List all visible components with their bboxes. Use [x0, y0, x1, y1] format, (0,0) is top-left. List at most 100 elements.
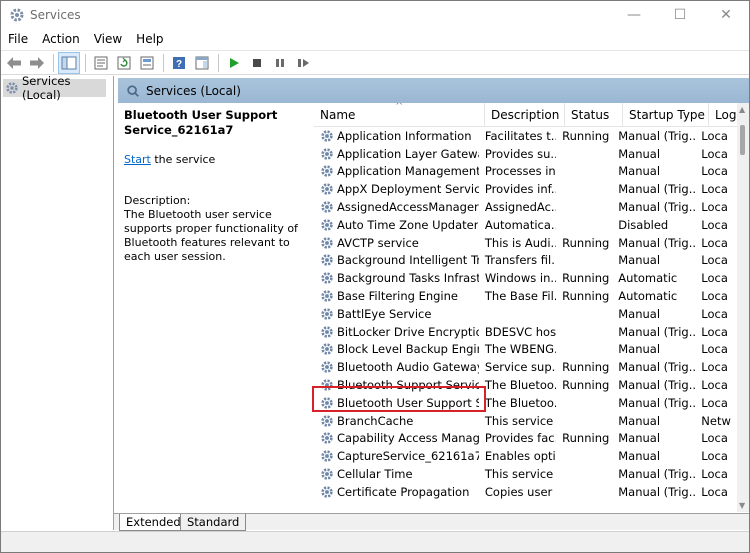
cell-description: BDESVC hos... — [484, 324, 557, 339]
start-service-icon[interactable] — [223, 52, 245, 74]
cell-startup-type: Manual — [618, 306, 661, 321]
menu-file[interactable]: File — [1, 29, 35, 49]
properties-icon[interactable] — [90, 52, 112, 74]
table-row[interactable]: Cellular Time This service ... Manual (Tri… — [314, 465, 734, 483]
table-row[interactable]: BattlEye Service Manual Loca — [314, 305, 734, 323]
table-row[interactable]: CaptureService_62161a7 Enables opti... Man… — [314, 447, 734, 465]
table-row[interactable]: Capability Access Manager ... Provides fa… — [314, 430, 734, 448]
cell-log-on-as: Loca — [701, 431, 728, 446]
cell-description: Windows in... — [484, 271, 557, 286]
cell-log-on-as: Loca — [701, 128, 728, 143]
detail-header-title: Services (Local) — [146, 83, 241, 98]
table-row[interactable]: Bluetooth Audio Gateway S... Service sup.… — [314, 358, 734, 376]
toolbar-separator — [163, 53, 164, 72]
maximize-button[interactable]: ☐ — [657, 1, 703, 29]
table-row[interactable]: AppX Deployment Service (... Provides inf… — [314, 180, 734, 198]
cell-status: Running — [562, 235, 610, 250]
table-row[interactable]: Base Filtering Engine The Base Fil... Runn… — [314, 287, 734, 305]
help-icon[interactable]: ? — [168, 52, 190, 74]
tree-item-services-local[interactable]: Services (Local) — [3, 74, 106, 102]
column-header-name[interactable]: ^ Name — [314, 103, 485, 127]
forward-arrow-icon[interactable] — [26, 52, 48, 74]
service-name: Application Information — [337, 128, 472, 143]
status-bar — [1, 531, 749, 552]
cell-name: Bluetooth User Support Ser... — [314, 396, 479, 410]
tab-standard[interactable]: Standard — [180, 514, 247, 531]
table-row[interactable]: Background Intelligent Tran... Transfers … — [314, 252, 734, 270]
table-row[interactable]: AVCTP service This is Audi... Running Manua… — [314, 234, 734, 252]
cell-startup-type: Manual — [618, 164, 661, 179]
show-action-pane-icon[interactable] — [191, 52, 213, 74]
table-row[interactable]: Bluetooth User Support Ser... The Bluetoo… — [314, 394, 734, 412]
scroll-down-icon[interactable]: ▼ — [739, 501, 745, 510]
back-arrow-icon[interactable] — [3, 52, 25, 74]
table-row[interactable]: Certificate Propagation Copies user ... Ma… — [314, 483, 734, 501]
service-gear-icon — [320, 360, 334, 374]
table-row[interactable]: Bluetooth Support Service The Bluetoo... R… — [314, 376, 734, 394]
menu-action[interactable]: Action — [35, 29, 87, 49]
search-icon — [126, 84, 140, 98]
detail-pane: Services (Local) Bluetooth User Support … — [118, 78, 749, 512]
table-row[interactable]: AssignedAccessManager Se... AssignedAc...… — [314, 198, 734, 216]
cell-description: Facilitates t... — [484, 128, 557, 143]
start-action: Start the service — [124, 153, 302, 167]
service-gear-icon — [320, 414, 334, 428]
table-row[interactable]: Application Layer Gateway ... Provides su… — [314, 145, 734, 163]
table-row[interactable]: Background Tasks Infrastruc... Windows in… — [314, 269, 734, 287]
menu-view[interactable]: View — [87, 29, 129, 49]
cell-startup-type: Manual (Trig... — [618, 395, 696, 410]
menu-help[interactable]: Help — [129, 29, 170, 49]
service-gear-icon — [320, 307, 334, 321]
start-service-link[interactable]: Start — [124, 153, 151, 166]
column-header-startup-type[interactable]: Startup Type — [623, 103, 709, 127]
table-row[interactable]: Application Management Processes in... Man… — [314, 163, 734, 181]
service-gear-icon — [320, 289, 334, 303]
cell-log-on-as: Loca — [701, 342, 728, 357]
table-row[interactable]: BitLocker Drive Encryption ... BDESVC hos… — [314, 323, 734, 341]
table-row[interactable]: Application Information Facilitates t... R… — [314, 127, 734, 145]
service-gear-icon — [320, 342, 334, 356]
scrollbar-thumb[interactable] — [740, 125, 745, 155]
cell-log-on-as: Loca — [701, 217, 728, 232]
sort-ascending-icon: ^ — [395, 103, 404, 112]
cell-log-on-as: Loca — [701, 253, 728, 268]
cell-startup-type: Manual (Trig... — [618, 484, 696, 499]
minimize-button[interactable]: — — [611, 1, 657, 29]
restart-service-icon[interactable] — [292, 52, 314, 74]
console-tree: Services (Local) — [1, 74, 114, 530]
cell-log-on-as: Loca — [701, 200, 728, 215]
menu-bar: File Action View Help — [1, 29, 749, 49]
cell-description: Transfers fil... — [484, 253, 557, 268]
cell-status: Running — [562, 128, 610, 143]
column-header-status[interactable]: Status — [565, 103, 623, 127]
table-row[interactable]: Auto Time Zone Updater Automatica... Disab… — [314, 216, 734, 234]
tab-extended[interactable]: Extended — [119, 514, 188, 531]
table-row[interactable]: BranchCache This service ... Manual Netw — [314, 412, 734, 430]
cell-description: The Bluetoo... — [484, 395, 556, 410]
cell-description: Provides su... — [484, 146, 557, 161]
export-list-icon[interactable] — [136, 52, 158, 74]
service-name: Cellular Time — [337, 467, 413, 482]
cell-log-on-as: Loca — [701, 289, 728, 304]
list-header: ^ Name Description Status Startup Type Lo… — [314, 103, 749, 127]
cell-log-on-as: Loca — [701, 324, 728, 339]
stop-service-icon[interactable] — [246, 52, 268, 74]
service-gear-icon — [320, 396, 334, 410]
cell-name: Application Management — [314, 164, 479, 178]
column-header-description[interactable]: Description — [485, 103, 565, 127]
service-gear-icon — [320, 449, 334, 463]
show-console-tree-icon[interactable] — [58, 51, 80, 74]
refresh-icon[interactable] — [113, 52, 135, 74]
cell-name: Bluetooth Audio Gateway S... — [314, 360, 479, 374]
service-name: Bluetooth Audio Gateway S... — [337, 360, 479, 375]
scroll-up-icon[interactable]: ▲ — [739, 105, 745, 114]
pause-service-icon[interactable] — [269, 52, 291, 74]
cell-name: BattlEye Service — [314, 307, 479, 321]
cell-name: Background Tasks Infrastruc... — [314, 271, 479, 285]
table-row[interactable]: Block Level Backup Engine ... The WBENG..… — [314, 341, 734, 359]
cell-description: Provides inf... — [484, 182, 557, 197]
close-button[interactable]: ✕ — [703, 1, 749, 29]
cell-log-on-as: Loca — [701, 306, 728, 321]
cell-startup-type: Manual — [618, 342, 661, 357]
vertical-scrollbar[interactable]: ▲ ▼ — [737, 103, 749, 512]
